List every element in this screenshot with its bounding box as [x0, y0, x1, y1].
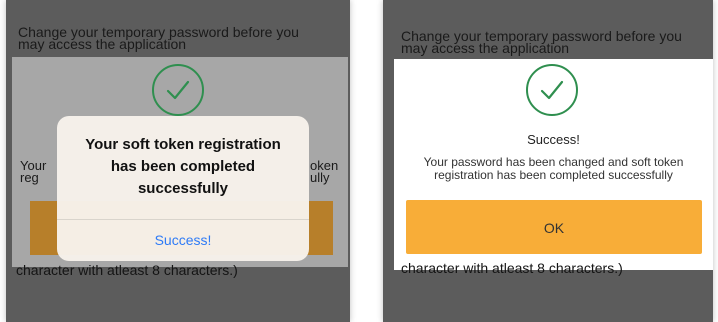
success-message: Your password has been changed and soft … [394, 156, 713, 182]
alert-message-line: successfully [137, 180, 229, 197]
background-footer-text: character with atleast 8 characters.) [16, 262, 238, 278]
check-circle-icon [152, 64, 204, 116]
success-dialog: Success! Your password has been changed … [394, 59, 713, 270]
check-circle-icon [526, 64, 578, 116]
alert-message: Your soft token registration has been co… [57, 134, 309, 200]
left-screen: Change your temporary password before yo… [6, 0, 350, 322]
background-footer-text: character with atleast 8 characters.) [401, 260, 623, 276]
success-message-line: registration has been completed successf… [434, 168, 673, 182]
background-dialog-text-left: Your reg [20, 158, 47, 185]
checkmark-icon [166, 80, 190, 100]
background-dialog-text-right: oken ully [310, 158, 339, 185]
alert-success-button[interactable]: Success! [57, 220, 309, 261]
success-title: Success! [527, 132, 580, 147]
right-screen: Change your temporary password before yo… [383, 0, 713, 322]
ok-button[interactable]: OK [406, 200, 702, 254]
ios-alert: Your soft token registration has been co… [57, 116, 309, 261]
background-title: Change your temporary password before yo… [18, 24, 299, 52]
alert-message-line: has been completed [110, 158, 256, 175]
alert-message-line: Your soft token registration [85, 136, 281, 153]
background-title: Change your temporary password before yo… [401, 28, 682, 56]
checkmark-icon [540, 80, 564, 100]
